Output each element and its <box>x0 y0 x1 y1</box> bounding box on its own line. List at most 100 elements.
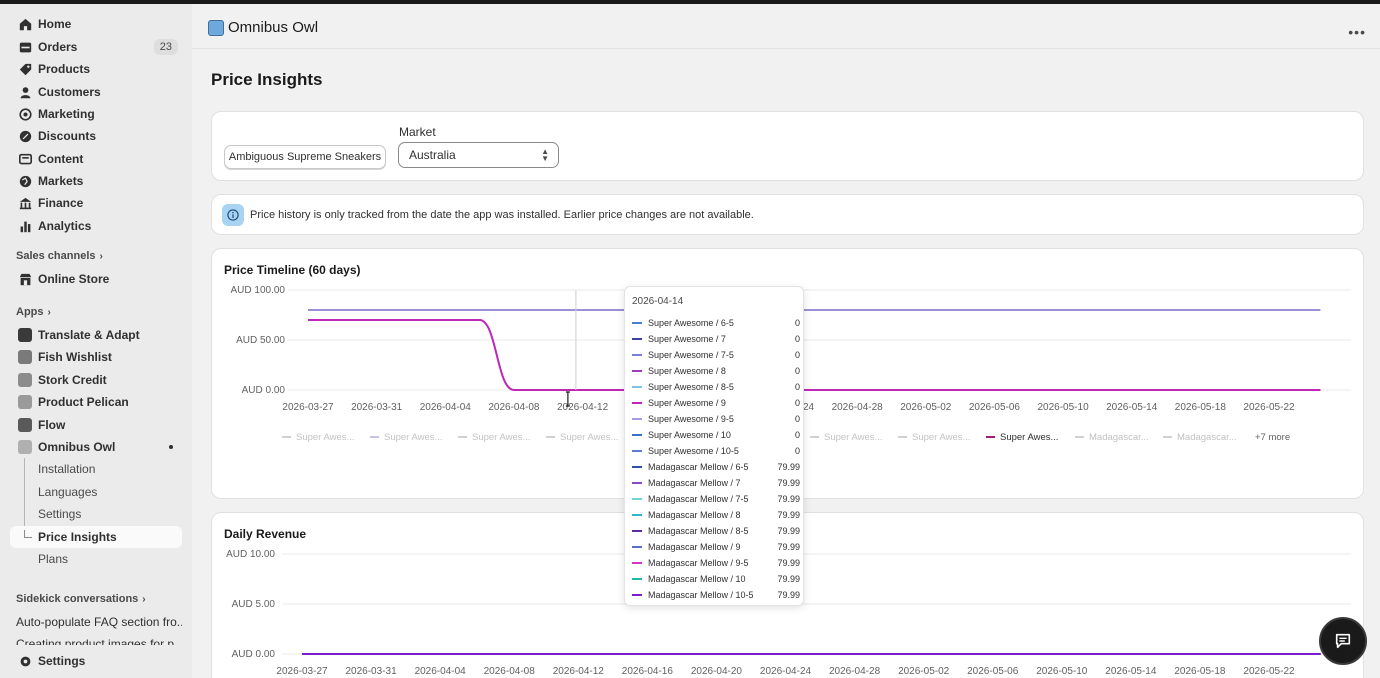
apps-header[interactable]: Apps › <box>16 306 51 318</box>
tooltip-series-value: 0 <box>794 334 800 344</box>
fish-app-icon <box>17 349 33 365</box>
tooltip-series-value: 79.99 <box>777 574 800 584</box>
chat-icon <box>1335 633 1351 649</box>
target-icon <box>17 106 33 122</box>
page-title: Price Insights <box>211 70 323 89</box>
market-select-value: Australia <box>409 148 456 162</box>
tooltip-row: Super Awesome / 7 0 <box>632 331 800 347</box>
tooltip-series-value: 79.99 <box>777 478 800 488</box>
sidebar-subitem-settings[interactable]: Settings <box>10 503 182 525</box>
sidebar-item-online-store[interactable]: Online Store <box>10 268 182 290</box>
sidebar-app-flow[interactable]: Flow <box>10 414 182 436</box>
tooltip-swatch <box>632 514 642 516</box>
sidebar-subitem-languages[interactable]: Languages <box>10 481 182 503</box>
product-picker-button[interactable]: Ambiguous Supreme Sneakers <box>224 145 386 169</box>
sidebar-app-omnibus-owl[interactable]: Omnibus Owl <box>10 436 182 458</box>
sidebar-item-label: Installation <box>38 462 96 476</box>
sidebar-subitem-price-insights[interactable]: Price Insights <box>10 526 182 548</box>
sidebar-item-label: Product Pelican <box>38 395 129 409</box>
tooltip-row: Super Awesome / 6-5 0 <box>632 315 800 331</box>
tooltip-series-name: Super Awesome / 8-5 <box>648 382 734 392</box>
tooltip-series-name: Madagascar Mellow / 7 <box>648 478 741 488</box>
content-icon <box>17 151 33 167</box>
tooltip-swatch <box>632 434 642 436</box>
market-select[interactable]: Australia ▲ ▼ <box>398 142 559 168</box>
orders-count-badge: 23 <box>153 39 178 55</box>
sidebar-item-label: Plans <box>38 552 69 566</box>
tooltip-date: 2026-04-14 <box>632 296 684 307</box>
more-horizontal-icon[interactable]: ••• <box>1348 24 1366 40</box>
tooltip-series-value: 79.99 <box>777 494 800 504</box>
sidebar-item-discounts[interactable]: Discounts <box>10 125 182 147</box>
sidekick-conversation-item[interactable]: Auto-populate FAQ section fro... <box>16 615 182 629</box>
home-icon <box>17 16 33 32</box>
tooltip-row: Madagascar Mellow / 8 79.99 <box>632 507 800 523</box>
tooltip-swatch <box>632 402 642 404</box>
sidekick-label: Sidekick conversations <box>16 593 139 605</box>
tooltip-series-value: 79.99 <box>777 510 800 520</box>
tooltip-row: Madagascar Mellow / 7-5 79.99 <box>632 491 800 507</box>
pelican-app-icon <box>17 394 33 410</box>
tooltip-swatch <box>632 338 642 340</box>
sidekick-conversation-item[interactable]: Creating product images for p... <box>16 637 182 645</box>
sidebar-item-label: Online Store <box>38 272 110 286</box>
sidekick-conversations-header[interactable]: Sidekick conversations › <box>16 593 146 605</box>
tooltip-series-name: Madagascar Mellow / 10-5 <box>648 590 754 600</box>
sidebar-item-label: Marketing <box>38 107 95 121</box>
sidebar-item-content[interactable]: Content <box>10 148 182 170</box>
translate-app-icon <box>17 327 33 343</box>
tooltip-row: Madagascar Mellow / 8-5 79.99 <box>632 523 800 539</box>
sidebar-item-products[interactable]: Products <box>10 58 182 80</box>
sidebar-item-settings[interactable]: Settings <box>10 650 182 672</box>
sidebar-app-product-pelican[interactable]: Product Pelican <box>10 391 182 413</box>
owl-app-icon <box>17 439 33 455</box>
app-title: Omnibus Owl <box>228 19 319 36</box>
sidebar-item-label: Finance <box>38 196 84 210</box>
price-timeline-title: Price Timeline (60 days) <box>224 263 361 277</box>
orders-icon <box>17 39 33 55</box>
store-icon <box>17 271 33 287</box>
tooltip-row: Super Awesome / 8 0 <box>632 363 800 379</box>
info-banner: Price history is only tracked from the d… <box>211 194 1364 235</box>
sidebar-app-translate-adapt[interactable]: Translate & Adapt <box>10 324 182 346</box>
tooltip-row: Madagascar Mellow / 9 79.99 <box>632 539 800 555</box>
tooltip-swatch <box>632 354 642 356</box>
tooltip-series-name: Super Awesome / 8 <box>648 366 726 376</box>
sidebar-item-orders[interactable]: Orders 23 <box>10 36 182 58</box>
sales-channels-header[interactable]: Sales channels › <box>16 250 103 262</box>
tooltip-series-value: 79.99 <box>777 558 800 568</box>
tooltip-row: Madagascar Mellow / 6-5 79.99 <box>632 459 800 475</box>
market-label: Market <box>399 125 436 139</box>
sidebar-app-fish-wishlist[interactable]: Fish Wishlist <box>10 346 182 368</box>
tooltip-series-name: Super Awesome / 9-5 <box>648 414 734 424</box>
tooltip-series-value: 0 <box>794 430 800 440</box>
tooltip-swatch <box>632 498 642 500</box>
sidebar-item-label: Home <box>38 17 72 31</box>
sidebar-subitem-installation[interactable]: Installation <box>10 458 182 480</box>
tooltip-series-value: 0 <box>794 382 800 392</box>
sidebar-item-customers[interactable]: Customers <box>10 81 182 103</box>
tree-branch-icon <box>24 530 32 538</box>
sidebar-item-label: Settings <box>38 654 86 668</box>
filter-card: Ambiguous Supreme Sneakers Market Austra… <box>211 111 1364 181</box>
stork-app-icon <box>17 372 33 388</box>
sidebar-item-marketing[interactable]: Marketing <box>10 103 182 125</box>
sidebar-item-home[interactable]: Home <box>10 13 182 35</box>
tooltip-swatch <box>632 546 642 548</box>
tooltip-swatch <box>632 578 642 580</box>
chat-button[interactable] <box>1319 617 1367 665</box>
tooltip-row: Super Awesome / 9 0 <box>632 395 800 411</box>
sidebar-item-label: Markets <box>38 174 84 188</box>
sidebar-app-stork-credit[interactable]: Stork Credit <box>10 369 182 391</box>
sidebar-item-markets[interactable]: Markets <box>10 170 182 192</box>
globe-icon <box>17 173 33 189</box>
sidebar-item-label: Content <box>38 152 84 166</box>
sidebar-item-analytics[interactable]: Analytics <box>10 215 182 237</box>
sidebar-item-finance[interactable]: Finance <box>10 192 182 214</box>
sidebar-subitem-plans[interactable]: Plans <box>10 548 182 570</box>
tooltip-series-name: Super Awesome / 7-5 <box>648 350 734 360</box>
tooltip-row: Madagascar Mellow / 9-5 79.99 <box>632 555 800 571</box>
sidebar-item-label: Orders <box>38 40 78 54</box>
tooltip-swatch <box>632 562 642 564</box>
tooltip-swatch <box>632 482 642 484</box>
